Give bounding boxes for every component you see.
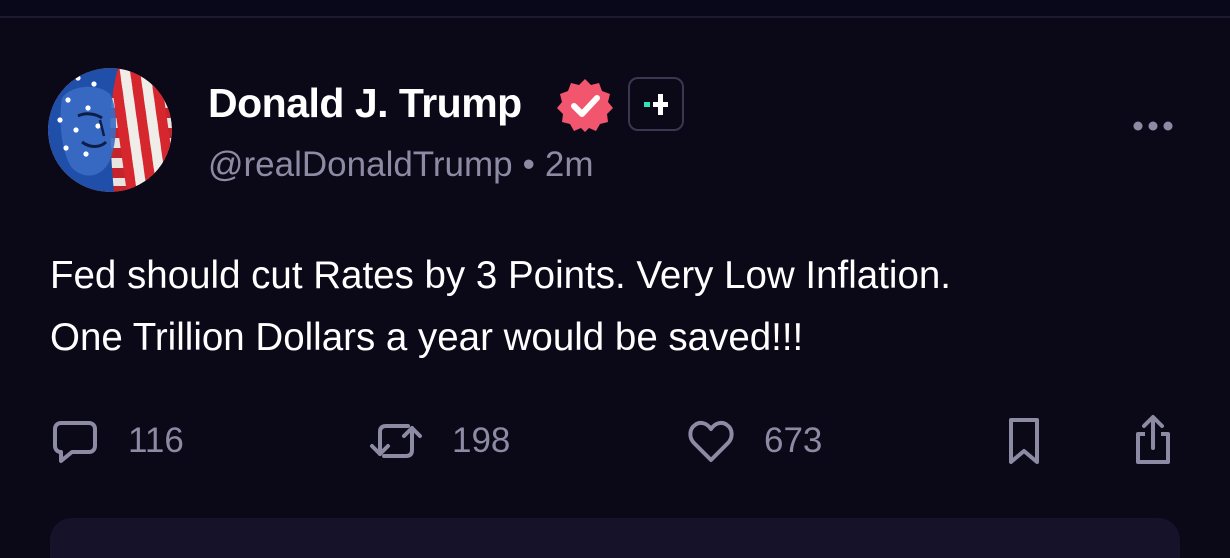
bookmark-button[interactable] xyxy=(1004,414,1044,468)
top-divider xyxy=(0,0,1230,18)
verified-badge-icon xyxy=(556,76,614,134)
share-button[interactable] xyxy=(1130,414,1176,468)
author-name[interactable]: Donald J. Trump xyxy=(208,80,522,127)
share-icon xyxy=(1136,415,1170,464)
avatar[interactable] xyxy=(48,68,172,192)
post-text: Fed should cut Rates by 3 Points. Very L… xyxy=(50,245,1190,369)
repost-button[interactable]: 198 xyxy=(368,414,510,468)
like-count: 673 xyxy=(764,421,823,460)
repost-icon xyxy=(370,424,422,458)
reply-button[interactable]: 116 xyxy=(50,414,184,468)
next-card-edge xyxy=(50,518,1180,558)
comment-icon xyxy=(53,421,97,463)
author-handle[interactable]: @realDonaldTrump xyxy=(208,145,513,184)
post-text-line-2: One Trillion Dollars a year would be sav… xyxy=(50,316,804,359)
reply-count: 116 xyxy=(128,421,184,460)
separator-dot: • xyxy=(522,145,535,184)
post-text-line-1: Fed should cut Rates by 3 Points. Very L… xyxy=(50,254,951,297)
like-button[interactable]: 673 xyxy=(686,414,822,468)
avatar-image xyxy=(48,68,172,192)
heart-icon xyxy=(688,420,734,462)
bookmark-icon xyxy=(1009,418,1039,464)
handle-row: @realDonaldTrump • 2m xyxy=(208,145,594,185)
post-time[interactable]: 2m xyxy=(545,145,594,184)
more-dots-icon[interactable] xyxy=(1130,116,1176,136)
repost-count: 198 xyxy=(452,421,511,460)
plus-badge-icon[interactable] xyxy=(628,77,684,131)
